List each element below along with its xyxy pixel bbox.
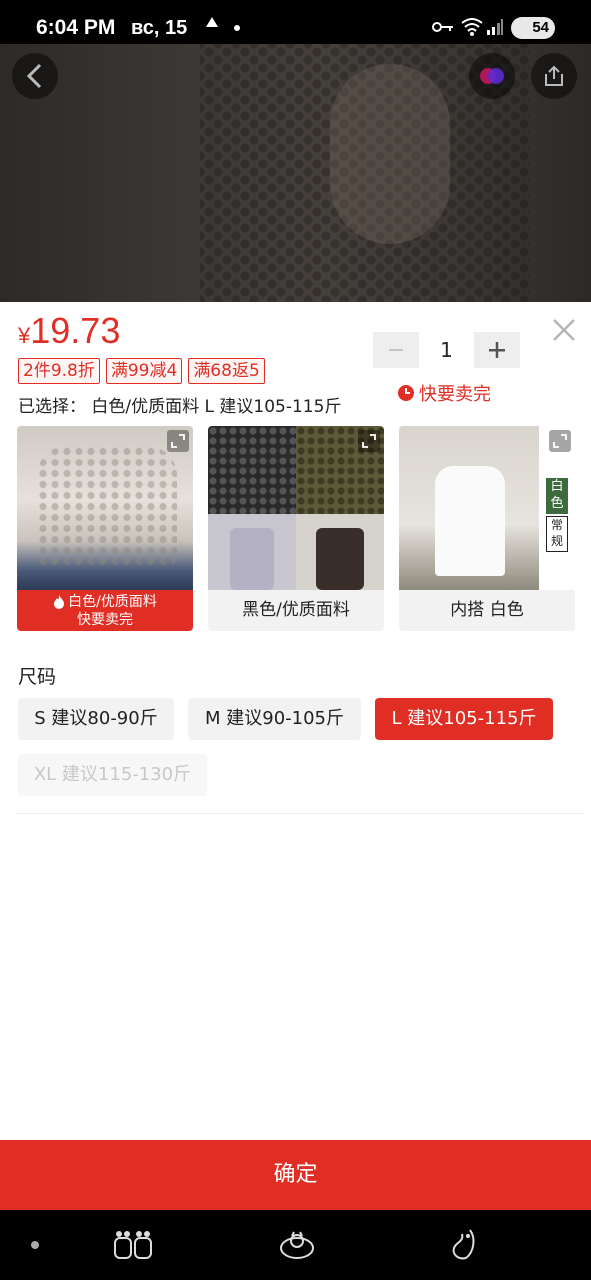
price: ¥19.73: [18, 310, 120, 352]
promo-tag: 满99减4: [105, 358, 183, 384]
variant-black[interactable]: 黑色/优质面料: [208, 426, 384, 631]
color-variants: 白色/优质面料 快要卖完 黑色/优质面料 白色 常规 内搭 白色: [17, 426, 575, 631]
home-icon[interactable]: [279, 1228, 315, 1260]
expand-icon[interactable]: [358, 430, 380, 452]
minus-icon: [389, 349, 403, 351]
product-photo-backdrop[interactable]: [0, 44, 591, 302]
size-option-s[interactable]: S 建议80-90斤: [18, 698, 174, 740]
promo-tags: 2件9.8折 满99减4 满68返5: [18, 358, 265, 384]
variant-sub-label: 快要卖完: [77, 612, 133, 628]
status-date: вс, 15: [131, 17, 188, 39]
status-time: 6:04 PM: [36, 16, 116, 39]
size-option-xl: XL 建议115-130斤: [18, 754, 207, 796]
close-icon[interactable]: [551, 317, 577, 343]
variant-label: 黑色/优质面料: [242, 600, 350, 620]
price-currency: ¥: [18, 323, 31, 348]
nav-dot-icon: [31, 1241, 39, 1249]
sku-selector-sheet: ¥19.73 2件9.8折 满99减4 满68返5 已选择： 白色/优质面料 L…: [0, 302, 591, 1210]
back-icon: [26, 63, 42, 89]
back-nav-icon[interactable]: [448, 1226, 478, 1262]
expand-icon[interactable]: [167, 430, 189, 452]
back-button[interactable]: [12, 53, 58, 99]
stock-warning: 快要卖完: [397, 380, 491, 406]
notification-icon: [206, 17, 218, 27]
increase-button[interactable]: [474, 332, 520, 368]
variant-white[interactable]: 白色/优质面料 快要卖完: [17, 426, 193, 631]
variant-inner-white[interactable]: 白色 常规 内搭 白色: [399, 426, 575, 631]
divider: [17, 813, 583, 814]
size-option-m[interactable]: M 建议90-105斤: [188, 698, 361, 740]
plus-icon: [489, 342, 505, 358]
promo-tag: 满68返5: [188, 358, 265, 384]
recent-apps-icon[interactable]: [113, 1228, 153, 1262]
clock-icon: [398, 385, 414, 401]
key-icon: [432, 22, 453, 32]
quantity-stepper: 1: [373, 332, 520, 368]
dot-icon: [234, 25, 240, 31]
promo-tag: 2件9.8折: [18, 358, 100, 384]
side-tag: 白色: [546, 478, 568, 514]
system-nav-bar: [0, 1210, 591, 1280]
live-icon: [480, 68, 504, 84]
price-value: 19.73: [30, 310, 121, 351]
confirm-button[interactable]: 确定: [0, 1140, 591, 1210]
live-button[interactable]: [469, 53, 515, 99]
variant-label: 内搭 白色: [450, 600, 524, 620]
wifi-icon: [461, 18, 483, 36]
stock-warning-text: 快要卖完: [419, 384, 491, 405]
variant-label: 白色/优质面料 快要卖完: [17, 590, 193, 631]
selected-summary: 已选择： 白色/优质面料 L 建议105-115斤: [18, 397, 342, 417]
share-button[interactable]: [531, 53, 577, 99]
flame-icon: [54, 595, 65, 609]
quantity-value[interactable]: 1: [419, 338, 474, 362]
photo-figure: [330, 64, 450, 244]
status-bar: 6:04 PM вс, 15 54: [0, 0, 591, 44]
variant-label-text: 白色/优质面料: [68, 594, 157, 610]
expand-icon[interactable]: [549, 430, 571, 452]
decrease-button[interactable]: [373, 332, 419, 368]
size-option-l[interactable]: L 建议105-115斤: [375, 698, 553, 740]
side-tag: 常规: [546, 516, 568, 552]
battery-indicator: 54: [511, 17, 555, 39]
share-icon: [545, 65, 563, 86]
size-title: 尺码: [18, 666, 57, 688]
signal-icon: [487, 19, 503, 35]
